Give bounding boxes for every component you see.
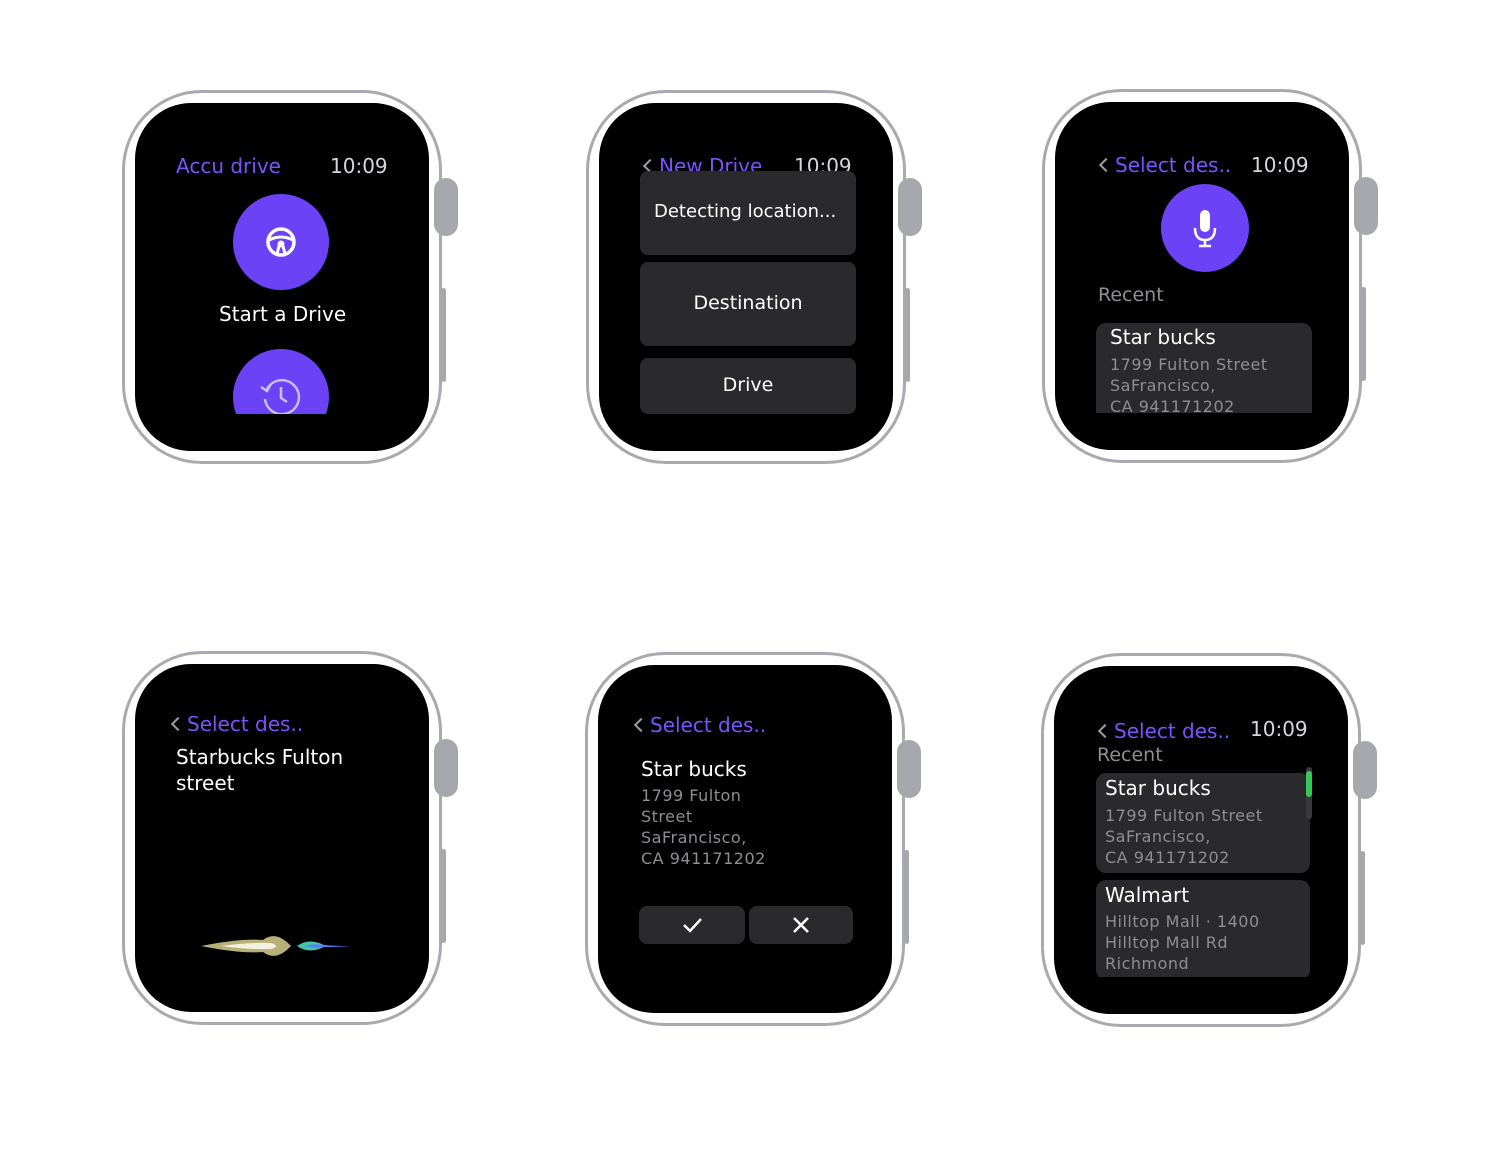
side-button[interactable]: [904, 850, 909, 944]
address-line: 1799 Fulton Street: [1105, 806, 1263, 825]
address-line: Hilltop Mall Rd: [1105, 933, 1229, 952]
address-line: CA 941171202: [641, 849, 766, 868]
screen-title: Select des..: [650, 713, 767, 737]
microphone-icon: [1193, 210, 1217, 248]
screen-fade: [1054, 977, 1348, 1014]
address-line: CA 941171202: [1105, 848, 1230, 867]
screen-title: Select des..: [1114, 719, 1231, 743]
dictation-button[interactable]: [1161, 184, 1249, 272]
recent-item[interactable]: Star bucks 1799 Fulton Street SaFrancisc…: [1096, 323, 1312, 423]
side-button[interactable]: [441, 849, 446, 943]
chevron-left-icon: [633, 717, 649, 733]
recent-item[interactable]: Walmart Hilltop Mall · 1400 Hilltop Mall…: [1096, 880, 1310, 980]
watch-screen: Select des.. 10:09 Recent Star bucks 179…: [1054, 666, 1348, 1014]
drive-label: Drive: [722, 374, 774, 396]
chevron-left-icon: [1097, 723, 1113, 739]
watch-screen: Select des.. Star bucks 1799 Fulton Stre…: [598, 665, 892, 1013]
recent-item-address: 1799 Fulton Street SaFrancisco, CA 94117…: [1105, 805, 1263, 868]
clock-time: 10:09: [330, 154, 388, 178]
clock-time: 10:09: [1251, 153, 1309, 177]
close-icon: [793, 917, 809, 933]
place-address: 1799 Fulton Street SaFrancisco, CA 94117…: [641, 785, 766, 869]
address-line: SaFrancisco,: [1110, 376, 1216, 395]
back-button[interactable]: Select des..: [633, 713, 767, 737]
address-line: Street: [641, 807, 693, 826]
chevron-left-icon: [1098, 157, 1114, 173]
recent-item-address: Hilltop Mall · 1400 Hilltop Mall Rd Rich…: [1105, 911, 1260, 974]
detecting-location-label: Detecting location...: [654, 201, 837, 222]
scroll-track[interactable]: [1306, 767, 1312, 819]
digital-crown[interactable]: [1354, 177, 1378, 235]
address-line: Hilltop Mall · 1400: [1105, 912, 1260, 931]
destination-label: Destination: [693, 292, 803, 314]
watch-screen: Accu drive 10:09 Start a Drive: [135, 103, 429, 451]
drive-item[interactable]: Drive: [640, 358, 856, 414]
recent-label: Recent: [1097, 744, 1163, 766]
address-line: SaFrancisco,: [641, 828, 747, 847]
screen-title: Select des..: [187, 712, 304, 736]
address-line: Richmond: [1105, 954, 1190, 973]
start-drive-button[interactable]: [233, 194, 329, 290]
recent-item-name: Star bucks: [1110, 325, 1216, 349]
checkmark-icon: [683, 918, 702, 933]
screen-fade: [1055, 413, 1349, 450]
confirm-button[interactable]: [639, 906, 745, 944]
back-button[interactable]: Select des..: [170, 712, 304, 736]
digital-crown[interactable]: [1353, 741, 1377, 799]
side-button[interactable]: [1360, 851, 1365, 945]
destination-item[interactable]: Destination: [640, 262, 856, 346]
digital-crown[interactable]: [898, 178, 922, 236]
digital-crown[interactable]: [897, 740, 921, 798]
recent-label: Recent: [1098, 284, 1164, 306]
address-line: 1799 Fulton: [641, 786, 742, 805]
start-drive-label: Start a Drive: [219, 302, 347, 326]
watch-screen: Select des.. 10:09 Recent Star bucks 179…: [1055, 102, 1349, 450]
back-button[interactable]: Select des..: [1097, 719, 1231, 743]
watch-screen: Select des.. Starbucks Fulton street: [135, 664, 429, 1012]
side-button[interactable]: [1361, 287, 1366, 381]
siri-waveform-icon: [201, 936, 351, 956]
digital-crown[interactable]: [434, 178, 458, 236]
recent-item-address: 1799 Fulton Street SaFrancisco, CA 94117…: [1110, 354, 1268, 417]
dictation-text: Starbucks Fulton street: [176, 745, 344, 795]
back-button[interactable]: Select des..: [1098, 153, 1232, 177]
screen-fade: [135, 414, 429, 451]
scroll-indicator: [1306, 771, 1312, 797]
app-title: Accu drive: [176, 154, 281, 178]
place-name: Star bucks: [641, 757, 747, 781]
steering-wheel-icon: [266, 227, 296, 257]
clock-time: 10:09: [1250, 717, 1308, 741]
recent-item-name: Walmart: [1105, 883, 1190, 907]
watch-screen: New Drive 10:09 Detecting location... De…: [599, 103, 893, 451]
detecting-location-item[interactable]: Detecting location...: [640, 171, 856, 255]
address-line: SaFrancisco,: [1105, 827, 1211, 846]
chevron-left-icon: [170, 716, 186, 732]
side-button[interactable]: [441, 288, 446, 382]
digital-crown[interactable]: [434, 739, 458, 797]
screen-title: Select des..: [1115, 153, 1232, 177]
recent-item-name: Star bucks: [1105, 776, 1211, 800]
recent-item[interactable]: Star bucks 1799 Fulton Street SaFrancisc…: [1096, 773, 1310, 873]
cancel-button[interactable]: [749, 906, 853, 944]
side-button[interactable]: [905, 288, 910, 382]
address-line: 1799 Fulton Street: [1110, 355, 1268, 374]
